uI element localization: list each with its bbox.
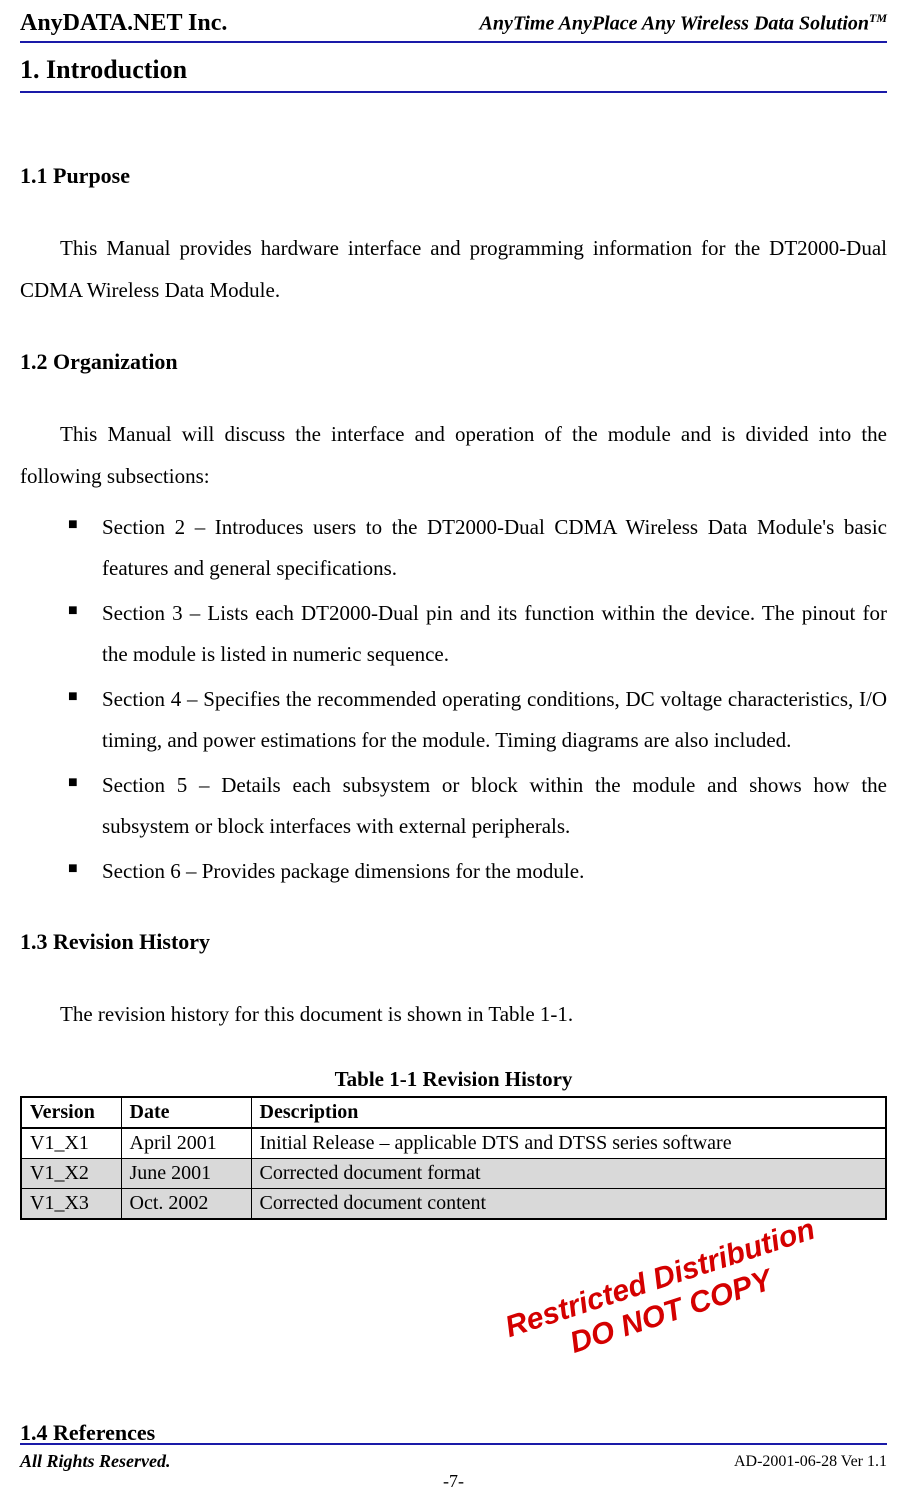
cell-date: Oct. 2002 [121,1189,251,1220]
cell-desc: Initial Release – applicable DTS and DTS… [251,1128,886,1159]
list-item: Section 5 – Details each subsystem or bl… [68,765,887,847]
list-item: Section 4 – Specifies the recommended op… [68,679,887,761]
footer-rule [20,1443,887,1445]
col-version: Version [21,1097,121,1128]
table-caption: Table 1-1 Revision History [20,1067,887,1092]
table-row: V1_X2 June 2001 Corrected document forma… [21,1159,886,1189]
purpose-text: This Manual provides hardware interface … [20,227,887,311]
cell-version: V1_X2 [21,1159,121,1189]
page-header: AnyDATA.NET Inc. AnyTime AnyPlace Any Wi… [20,0,887,41]
footer-right: AD-2001-06-28 Ver 1.1 [734,1453,887,1471]
page-footer: All Rights Reserved. AD-2001-06-28 Ver 1… [20,1443,887,1472]
heading-purpose: 1.1 Purpose [20,163,887,189]
header-rule [20,41,887,43]
organization-intro: This Manual will discuss the interface a… [20,413,887,497]
list-item: Section 2 – Introduces users to the DT20… [68,507,887,589]
section-title: 1. Introduction [20,55,887,85]
watermark: Restricted Distribution DO NOT COPY [501,1213,830,1379]
footer-left: All Rights Reserved. [20,1451,171,1472]
cell-date: June 2001 [121,1159,251,1189]
list-item: Section 6 – Provides package dimensions … [68,851,887,892]
organization-list: Section 2 – Introduces users to the DT20… [20,507,887,891]
col-date: Date [121,1097,251,1128]
tagline-text: AnyTime AnyPlace Any Wireless Data Solut… [480,13,869,35]
cell-date: April 2001 [121,1128,251,1159]
heading-organization: 1.2 Organization [20,349,887,375]
revision-table: Version Date Description V1_X1 April 200… [20,1096,887,1220]
cell-desc: Corrected document content [251,1189,886,1220]
section-rule [20,91,887,93]
heading-revision: 1.3 Revision History [20,929,887,955]
col-description: Description [251,1097,886,1128]
list-item: Section 3 – Lists each DT2000-Dual pin a… [68,593,887,675]
table-row: V1_X1 April 2001 Initial Release – appli… [21,1128,886,1159]
table-row: V1_X3 Oct. 2002 Corrected document conte… [21,1189,886,1220]
footer-page-number: -7- [20,1471,887,1492]
tagline: AnyTime AnyPlace Any Wireless Data Solut… [480,11,887,36]
table-header-row: Version Date Description [21,1097,886,1128]
revision-intro: The revision history for this document i… [20,993,887,1035]
watermark-line1: Restricted Distribution [501,1213,819,1346]
tagline-tm: TM [869,11,887,25]
cell-version: V1_X3 [21,1189,121,1220]
cell-version: V1_X1 [21,1128,121,1159]
company-name: AnyDATA.NET Inc. [20,10,227,37]
watermark-line2: DO NOT COPY [512,1246,830,1379]
cell-desc: Corrected document format [251,1159,886,1189]
